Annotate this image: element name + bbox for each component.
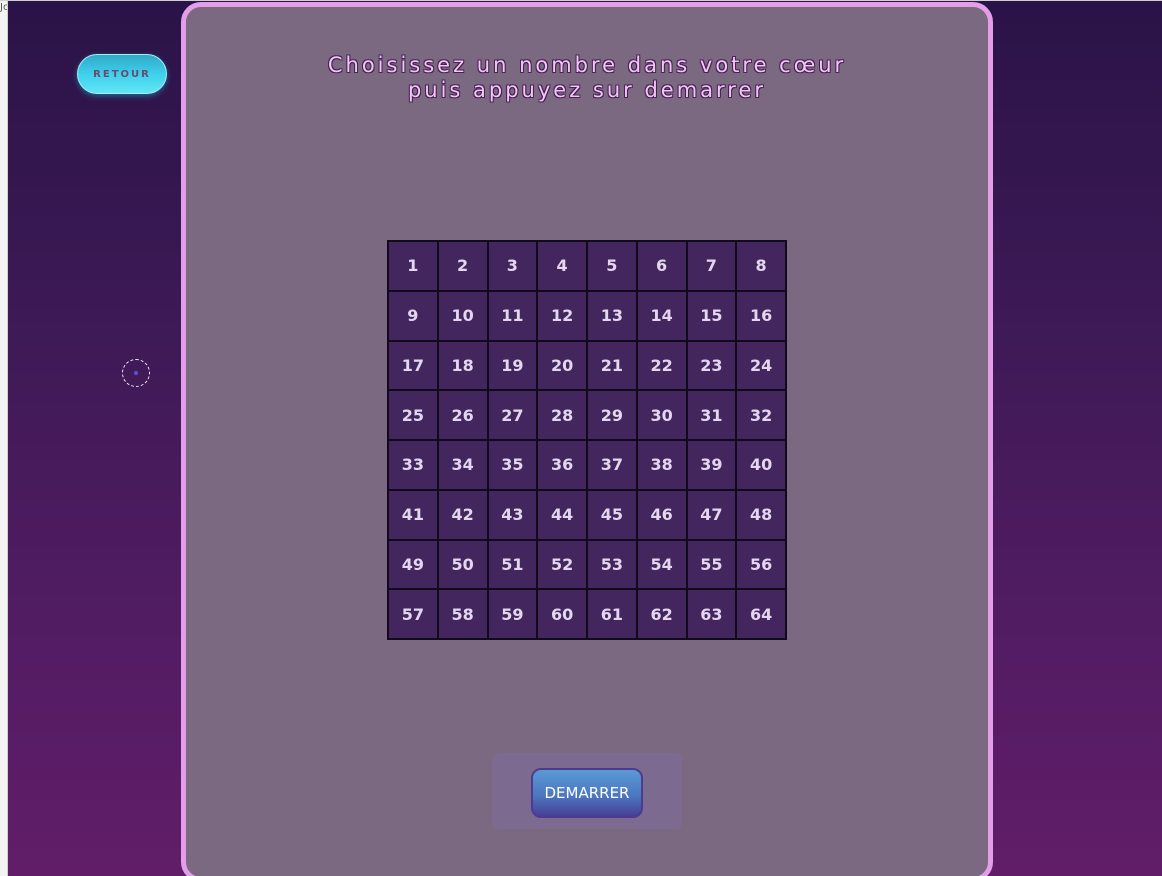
number-cell[interactable]: 41 [389, 490, 437, 539]
number-cell[interactable]: 48 [737, 490, 785, 539]
number-cell[interactable]: 29 [588, 391, 636, 439]
number-cell[interactable]: 30 [637, 391, 686, 439]
number-cell[interactable]: 51 [488, 540, 537, 589]
number-cell[interactable]: 49 [389, 540, 437, 589]
number-cell[interactable]: 35 [488, 441, 537, 489]
number-cell[interactable]: 56 [737, 540, 785, 589]
top-border-line [0, 0, 1162, 1]
number-cell[interactable]: 31 [687, 391, 736, 439]
number-cell[interactable]: 61 [588, 590, 636, 638]
cursor-ring-icon [122, 359, 150, 387]
number-cell[interactable]: 47 [687, 490, 736, 539]
number-cell[interactable]: 20 [538, 341, 586, 390]
browser-edge: Jo [0, 0, 8, 876]
number-cell[interactable]: 55 [687, 540, 736, 589]
number-cell[interactable]: 44 [538, 490, 586, 539]
number-cell[interactable]: 15 [687, 291, 736, 340]
number-cell[interactable]: 50 [438, 540, 487, 589]
number-cell[interactable]: 11 [488, 291, 537, 340]
instruction-text: Choisissez un nombre dans votre cœur pui… [186, 53, 988, 103]
number-cell[interactable]: 54 [637, 540, 686, 589]
number-cell[interactable]: 16 [737, 291, 785, 340]
number-cell[interactable]: 19 [488, 341, 537, 390]
number-cell[interactable]: 64 [737, 590, 785, 638]
number-cell[interactable]: 21 [588, 341, 636, 390]
number-cell[interactable]: 60 [538, 590, 586, 638]
number-cell[interactable]: 38 [637, 441, 686, 489]
number-cell[interactable]: 9 [389, 291, 437, 340]
number-cell[interactable]: 26 [438, 391, 487, 439]
number-cell[interactable]: 24 [737, 341, 785, 390]
number-cell[interactable]: 6 [637, 242, 686, 290]
number-cell[interactable]: 43 [488, 490, 537, 539]
number-cell[interactable]: 63 [687, 590, 736, 638]
number-cell[interactable]: 17 [389, 341, 437, 390]
number-cell[interactable]: 3 [488, 242, 537, 290]
start-button[interactable]: DEMARRER [531, 768, 643, 818]
number-cell[interactable]: 4 [538, 242, 586, 290]
number-cell[interactable]: 25 [389, 391, 437, 439]
number-cell[interactable]: 5 [588, 242, 636, 290]
number-cell[interactable]: 52 [538, 540, 586, 589]
number-cell[interactable]: 13 [588, 291, 636, 340]
edge-text: Jo [0, 2, 7, 13]
cursor-dot-icon [134, 371, 138, 375]
number-cell[interactable]: 45 [588, 490, 636, 539]
number-cell[interactable]: 46 [637, 490, 686, 539]
number-cell[interactable]: 34 [438, 441, 487, 489]
number-grid: 1 2 3 4 5 6 7 8 9 10 11 12 13 14 15 16 17 18 19 20 21 22 23 24 2… [387, 240, 787, 640]
instruction-line-1: Choisissez un nombre dans votre cœur [327, 53, 847, 77]
start-button-container: DEMARRER [492, 753, 682, 829]
number-cell[interactable]: 23 [687, 341, 736, 390]
number-cell[interactable]: 7 [687, 242, 736, 290]
number-cell[interactable]: 22 [637, 341, 686, 390]
number-cell[interactable]: 14 [637, 291, 686, 340]
number-cell[interactable]: 27 [488, 391, 537, 439]
back-button[interactable]: RETOUR [77, 54, 167, 94]
instruction-line-2: puis appuyez sur demarrer [407, 78, 767, 102]
number-cell[interactable]: 39 [687, 441, 736, 489]
number-cell[interactable]: 32 [737, 391, 785, 439]
number-cell[interactable]: 53 [588, 540, 636, 589]
number-cell[interactable]: 40 [737, 441, 785, 489]
number-cell[interactable]: 37 [588, 441, 636, 489]
number-cell[interactable]: 58 [438, 590, 487, 638]
number-cell[interactable]: 42 [438, 490, 487, 539]
number-cell[interactable]: 59 [488, 590, 537, 638]
number-cell[interactable]: 33 [389, 441, 437, 489]
number-cell[interactable]: 1 [389, 242, 437, 290]
number-cell[interactable]: 28 [538, 391, 586, 439]
game-panel: Choisissez un nombre dans votre cœur pui… [181, 2, 993, 876]
number-cell[interactable]: 57 [389, 590, 437, 638]
number-cell[interactable]: 36 [538, 441, 586, 489]
number-cell[interactable]: 18 [438, 341, 487, 390]
number-cell[interactable]: 2 [438, 242, 487, 290]
number-cell[interactable]: 10 [438, 291, 487, 340]
number-cell[interactable]: 8 [737, 242, 785, 290]
number-cell[interactable]: 12 [538, 291, 586, 340]
number-cell[interactable]: 62 [637, 590, 686, 638]
